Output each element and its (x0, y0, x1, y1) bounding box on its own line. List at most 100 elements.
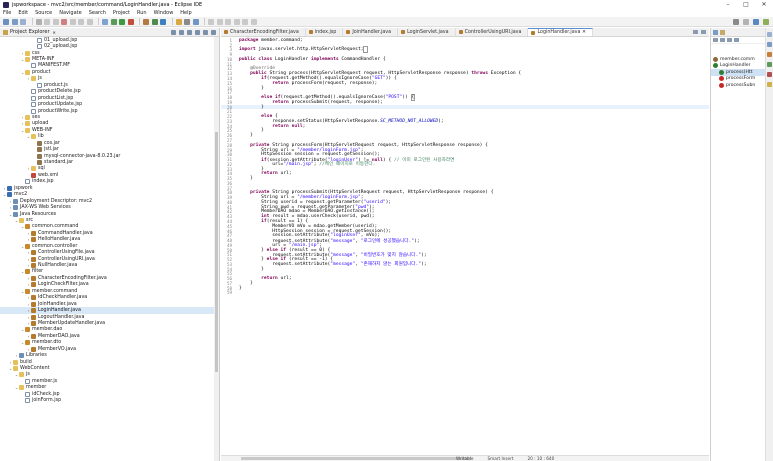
sort-icon[interactable] (713, 38, 718, 42)
outline-item-label: LoginHandler (720, 63, 751, 69)
task-list-icon[interactable] (720, 29, 725, 35)
java-file-icon (346, 30, 351, 34)
previous-annotation-icon[interactable] (225, 18, 231, 25)
menu-help[interactable]: Help (180, 10, 191, 16)
java-file-icon (224, 30, 228, 34)
next-annotation-icon[interactable] (216, 18, 223, 25)
step-over-icon[interactable] (86, 18, 93, 25)
link-editor-icon[interactable] (179, 29, 184, 35)
menu-project[interactable]: Project (113, 10, 130, 16)
java-perspective-icon[interactable] (763, 19, 769, 25)
tree-item-label: META-INF (32, 57, 55, 63)
maximize-button[interactable]: □ (737, 0, 755, 9)
new-class-icon[interactable] (160, 18, 166, 25)
editor-tab[interactable]: LoginServlet.java (398, 28, 456, 36)
menu-run[interactable]: Run (137, 10, 147, 16)
editor-tab-label: LoginServlet.java (407, 29, 449, 35)
suspend-icon[interactable] (52, 18, 59, 25)
file-icon (37, 82, 42, 88)
search-icon[interactable] (733, 19, 739, 25)
code-area[interactable]: 1 package member.command; 2 3 import javax.s… (221, 38, 709, 461)
menu-search[interactable]: Search (89, 10, 106, 16)
tree-item-label: CharacterEncodingFilter.java (38, 275, 107, 281)
tree-item-label: member (26, 385, 47, 391)
filter-icon[interactable] (187, 29, 192, 35)
editor-tab[interactable]: CharacterEncodingFilter.java (221, 28, 306, 36)
hide-fields-icon[interactable] (720, 38, 725, 42)
save-all-icon[interactable] (20, 18, 26, 25)
hide-nonpublic-icon[interactable] (734, 38, 739, 42)
skip-breakpoints-icon[interactable] (35, 18, 42, 25)
outline-icon[interactable] (767, 42, 772, 47)
jar-icon (37, 160, 42, 166)
hide-static-icon[interactable] (727, 38, 732, 42)
last-edit-icon[interactable] (233, 18, 240, 25)
restore-icon[interactable] (767, 32, 772, 37)
java-file-icon (308, 30, 313, 34)
folder-icon (25, 69, 30, 75)
external-tools-icon[interactable] (127, 18, 134, 25)
close-icon[interactable]: ✕ (53, 30, 56, 35)
menu-file[interactable]: File (3, 10, 11, 16)
close-button[interactable]: ✕ (755, 0, 773, 9)
menu-navigate[interactable]: Navigate (59, 10, 81, 16)
open-task-icon[interactable] (184, 18, 190, 25)
scroll-thumb[interactable] (215, 132, 218, 372)
tree-item-label: MANIFEST.MF (38, 63, 71, 69)
markers-icon[interactable] (767, 82, 772, 87)
minimize-button[interactable]: – (719, 0, 737, 9)
new-java-project-icon[interactable] (143, 18, 149, 25)
view-menu-icon[interactable] (195, 29, 200, 35)
status-writable: Writable (456, 456, 474, 461)
maximize-view-icon[interactable] (211, 29, 216, 35)
explorer-scrollbar[interactable] (214, 37, 219, 461)
status-bar: Writable Smart Insert 20 : 10 : 640 (456, 456, 568, 461)
editor-tab[interactable]: LoginHandler.java ✕ (528, 28, 593, 36)
disconnect-icon[interactable] (69, 18, 76, 25)
search-icon[interactable] (192, 18, 199, 25)
run-icon[interactable] (119, 18, 125, 25)
new-package-icon[interactable] (151, 18, 158, 25)
tree-item-label: JoinHandler.java (38, 301, 77, 307)
scroll-thumb[interactable] (241, 457, 471, 460)
status-cursor-position: 20 : 10 : 640 (527, 456, 555, 461)
menu-source[interactable]: Source (35, 10, 52, 16)
resume-icon[interactable] (44, 18, 50, 25)
menu-edit[interactable]: Edit (18, 10, 28, 16)
back-icon[interactable] (242, 18, 248, 25)
editor-tab[interactable]: ControllerUsingURI.java (456, 28, 529, 36)
java-icon (31, 301, 36, 307)
editor-tabs: CharacterEncodingFilter.java index.jsp Joi… (221, 28, 709, 37)
toggle-mark-icon[interactable] (208, 18, 214, 25)
open-console-icon[interactable] (102, 18, 108, 25)
editor-tab[interactable]: JoinHandler.java (343, 28, 399, 36)
java-icon (31, 346, 36, 352)
minimize-view-icon[interactable] (693, 30, 698, 34)
open-type-icon[interactable] (175, 18, 182, 25)
servers-icon[interactable] (767, 62, 772, 67)
menu-window[interactable]: Window (154, 10, 174, 16)
tree-item-label: productUpdate.jsp (38, 102, 83, 108)
debug-icon[interactable] (110, 18, 117, 25)
forward-icon[interactable] (250, 18, 257, 25)
tree-item[interactable]: joinForm.jsp (0, 398, 219, 404)
console-icon[interactable] (767, 52, 772, 57)
java-ee-perspective-icon[interactable] (753, 19, 759, 25)
code-lines[interactable]: 1 package member.command; 2 3 import javax.s… (221, 38, 709, 295)
tree-item-label: LoginCheckFilter.java (38, 282, 89, 288)
terminate-icon[interactable] (61, 18, 67, 25)
outline-item[interactable]: processSubn (711, 82, 765, 89)
tree-item-label: jstl.jar (44, 147, 59, 153)
save-icon[interactable] (11, 18, 18, 25)
tree-item-label: ControllerUsingURI.java (38, 256, 95, 262)
collapse-all-icon[interactable] (171, 29, 176, 35)
editor-tab[interactable]: index.jsp (306, 28, 344, 36)
problems-icon[interactable] (767, 72, 772, 77)
code-line[interactable]: 59 (221, 290, 709, 295)
maximize-view-icon[interactable] (701, 30, 706, 34)
minimize-view-icon[interactable] (203, 29, 208, 35)
new-icon[interactable] (3, 18, 9, 25)
step-into-icon[interactable] (78, 18, 84, 25)
open-perspective-icon[interactable] (743, 19, 749, 25)
tree-item-label: common.controller (32, 243, 78, 249)
